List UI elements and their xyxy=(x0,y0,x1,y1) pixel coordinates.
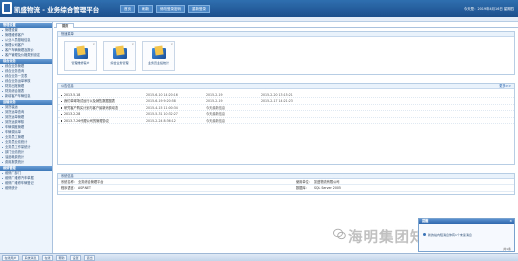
bullet-icon xyxy=(60,94,63,97)
system-info-panel: 系统信息 系统名称： 业务综合管理平台 使用单位： 凯盛物流有限公司 程序语言： ASP.… xyxy=(57,173,515,195)
wechat-icon xyxy=(333,228,346,240)
close-icon[interactable]: × xyxy=(131,42,134,46)
app-logo xyxy=(2,2,12,14)
info-value: ASP.NET xyxy=(78,186,91,191)
info-value: SQL Server 2005 xyxy=(314,186,341,191)
sidebar-item[interactable]: 费用报表统计 xyxy=(0,160,52,165)
shortcut-list: × 管理维修客户 × 综合业务管理 × 业务员业绩统计 xyxy=(58,37,514,75)
tab-home[interactable]: 首页 xyxy=(56,22,75,28)
tab-bar: 首页 xyxy=(54,22,518,28)
status-button[interactable]: 设置 xyxy=(70,254,82,261)
reminder-popup: 提醒 × 新的站内短消息你有1个未读消息 共1条 xyxy=(418,218,515,252)
popup-title: 提醒 xyxy=(422,219,429,223)
shortcut-label: 综合业务管理 xyxy=(110,61,129,65)
announcement-date: 今天最新信息 xyxy=(206,118,226,123)
top-nav: 首页 刷新 修改登录密码 重新登录 xyxy=(120,5,210,13)
date-info: 今天是：2019年4月16日 星期四 xyxy=(463,7,514,11)
info-label: 数据库： xyxy=(296,186,309,191)
close-icon[interactable]: × xyxy=(92,42,95,46)
shortcut-label: 业务员业绩统计 xyxy=(147,61,169,65)
status-button[interactable]: 帮助 xyxy=(56,254,68,261)
bullet-icon xyxy=(60,113,63,116)
nav-change-password-button[interactable]: 修改登录密码 xyxy=(156,5,185,13)
top-header: 凯盛物流 - 业务综合管理平台 首页 刷新 修改登录密码 重新登录 今天是：20… xyxy=(0,0,518,17)
status-button[interactable]: 退出 xyxy=(84,254,96,261)
quick-menu-title: 快速菜单 xyxy=(58,32,514,37)
bullet-icon xyxy=(60,100,63,103)
nav-relogin-button[interactable]: 重新登录 xyxy=(188,5,210,13)
announcement-row[interactable]: 2013.7.26代理公司的管理协议 2015-2-24 8:36:12 今天最新信… xyxy=(58,118,514,124)
quick-menu-panel: 快速菜单 × 管理维修客户 × 综合业务管理 × 业务员业绩统计 xyxy=(57,31,515,75)
shortcut-label: 管理维修客户 xyxy=(71,61,90,65)
announcement-list: 2013.5.18 2015-6-10 14:20:16 2015-2-19 2015… xyxy=(58,89,514,124)
more-link[interactable]: 更多>> xyxy=(499,84,511,89)
shortcut-sales-statistics[interactable]: × 业务员业绩统计 xyxy=(142,41,175,71)
announcement-title-link[interactable]: 2013.7.26代理公司的管理协议 xyxy=(64,118,109,124)
system-info-row: 程序语言： ASP.NET 数据库： SQL Server 2005 xyxy=(58,185,514,192)
info-label: 程序语言： xyxy=(61,186,77,191)
announcement-date: 2015-2-24 8:36:12 xyxy=(146,118,176,123)
folder-icon xyxy=(73,46,88,59)
shortcut-maintenance-customers[interactable]: × 管理维修客户 xyxy=(64,41,97,71)
app-title: 凯盛物流 - 业务综合管理平台 xyxy=(14,6,100,14)
shortcut-business-management[interactable]: × 综合业务管理 xyxy=(103,41,136,71)
status-button[interactable]: 在线用户 xyxy=(2,254,20,261)
announcement-heading: 公告信息 xyxy=(61,84,74,88)
close-icon[interactable]: × xyxy=(170,42,173,46)
status-button[interactable]: 在线 xyxy=(42,254,54,261)
nav-refresh-button[interactable]: 刷新 xyxy=(138,5,153,13)
folder-icon xyxy=(112,46,127,59)
sidebar: 管理设置 管理设置 管理维修客户 从业人员基础信息 管理公司客户 客户车辆管理及报价 客户管… xyxy=(0,22,53,253)
folder-icon xyxy=(151,46,166,59)
system-info-list: 系统名称： 业务综合管理平台 使用单位： 凯盛物流有限公司 程序语言： ASP.NET 数据… xyxy=(58,179,514,192)
sidebar-item[interactable]: 客户管理及价格类别设定 xyxy=(0,53,52,58)
sidebar-item[interactable]: 维修统计 xyxy=(0,186,52,191)
popup-count: 共1条 xyxy=(503,247,511,251)
bullet-icon xyxy=(60,120,63,122)
popup-body: 新的站内短消息你有1个未读消息 共1条 xyxy=(419,224,514,253)
sidebar-item[interactable]: 新增客户车辆信息 xyxy=(0,94,52,99)
popup-message-link[interactable]: 新的站内短消息你有1个未读消息 xyxy=(423,233,510,237)
status-bar: 在线用户 系统消息 在线 帮助 设置 退出 xyxy=(0,253,518,261)
nav-home-button[interactable]: 首页 xyxy=(120,5,135,13)
status-button[interactable]: 系统消息 xyxy=(22,254,40,261)
announcement-title: 公告信息 更多>> xyxy=(58,84,514,89)
announcement-panel: 公告信息 更多>> 2013.5.18 2015-6-10 14:20:16 201… xyxy=(57,83,515,165)
bullet-icon xyxy=(60,107,63,109)
